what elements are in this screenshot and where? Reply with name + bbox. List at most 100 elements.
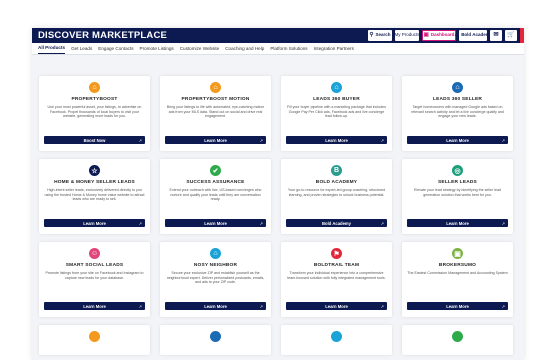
bold-academy-icon: ▲: [453, 32, 460, 39]
partial-icon-2: [210, 331, 221, 342]
product-description: The Easiest Commission Management and Ac…: [407, 271, 508, 275]
marketplace-panel: DISCOVER MARKETPLACE ⚲ Search My Product…: [32, 28, 524, 360]
product-action-button[interactable]: Learn More ↗: [44, 302, 145, 310]
product-title: NOSY NEIGHBOR: [193, 263, 238, 268]
cart-icon: 🛒: [507, 32, 515, 39]
external-link-icon: ↗: [380, 303, 384, 309]
product-action-label: Learn More: [204, 137, 227, 143]
tab-get-leads[interactable]: Get Leads: [71, 46, 92, 54]
external-link-icon: ↗: [138, 220, 142, 226]
product-action-button[interactable]: Learn More ↗: [407, 219, 508, 227]
product-action-label: Learn More: [446, 303, 469, 309]
product-card: ⌂ NOSY NEIGHBOR Secure your exclusive ZIP …: [160, 242, 271, 317]
product-card: ⌂ PROPERTYBOOST MOTION Bring your listings…: [160, 76, 271, 151]
bold-academy-button[interactable]: ▲ Bold Academy: [454, 30, 492, 41]
house-buyer-icon: ⌂: [331, 82, 342, 93]
search-button[interactable]: ⚲ Search: [368, 30, 392, 41]
product-description: Use your most powerful asset, your listi…: [47, 105, 142, 118]
house-icon: ⌂: [89, 82, 100, 93]
product-card: ▣ BROKERSUMO The Easiest Commission Manage…: [402, 242, 513, 317]
product-action-button[interactable]: Boost Now ↗: [44, 136, 145, 144]
product-title: HOME & MONEY SELLER LEADS: [54, 180, 135, 185]
product-card: ⚑ BOLDTRAIL TEAM Transform your individual…: [281, 242, 392, 317]
external-link-icon: ↗: [138, 137, 142, 143]
tab-promote-listings[interactable]: Promote Listings: [140, 46, 174, 54]
product-action-button[interactable]: Learn More ↗: [165, 136, 266, 144]
product-action-button[interactable]: Learn More ↗: [286, 302, 387, 310]
external-link-icon: ↗: [501, 137, 505, 143]
brokersumo-icon: ▣: [452, 248, 463, 259]
house-motion-icon: ⌂: [210, 82, 221, 93]
dashboard-button[interactable]: ▣ Dashboard: [422, 30, 456, 41]
tab-platform-solutions[interactable]: Platform Solutions: [270, 46, 307, 54]
dashboard-icon: ▣: [423, 32, 429, 39]
product-title: SELLER LEADS: [438, 180, 477, 185]
product-card: ☺ SMART SOCIAL LEADS Promote listings from…: [39, 242, 150, 317]
product-action-label: Bold Academy: [322, 220, 351, 226]
product-description: Transform your individual experience int…: [287, 271, 386, 280]
partial-icon-3: [331, 331, 342, 342]
product-description: Your go-to resource for expert-led group…: [287, 188, 386, 197]
product-action-label: Learn More: [83, 303, 106, 309]
product-title: BOLDTRAIL TEAM: [313, 263, 360, 268]
external-link-icon: ↗: [501, 220, 505, 226]
my-products-button[interactable]: My Products: [394, 30, 420, 41]
product-description: Fill your buyer pipeline with a marketin…: [287, 105, 386, 118]
product-action-button[interactable]: Learn More ↗: [407, 302, 508, 310]
external-link-icon: ↗: [501, 303, 505, 309]
product-card: B BOLD ACADEMY Your go-to resource for exp…: [281, 159, 392, 234]
tab-customize-website[interactable]: Customize Website: [180, 46, 220, 54]
search-label: Search: [375, 32, 391, 38]
product-action-label: Learn More: [446, 220, 469, 226]
product-action-button[interactable]: Learn More ↗: [44, 219, 145, 227]
cart-button[interactable]: 🛒: [505, 30, 517, 41]
product-action-button[interactable]: Learn More ↗: [165, 219, 266, 227]
tab-engage-contacts[interactable]: Engage Contacts: [98, 46, 133, 54]
partial-icon-4: [452, 331, 463, 342]
tab-integration-partners[interactable]: Integration Partners: [314, 46, 354, 54]
my-products-label: My Products: [394, 32, 420, 38]
product-action-label: Boost Now: [83, 137, 106, 143]
product-card: ◎ SELLER LEADS Elevate your lead strategy …: [402, 159, 513, 234]
product-action-button[interactable]: Bold Academy ↗: [286, 219, 387, 227]
product-card-partial: [160, 325, 271, 355]
neighbor-icon: ⌂: [210, 248, 221, 259]
product-title: LEADS 360 SELLER: [432, 97, 483, 102]
product-card: ⌂ LEADS 360 BUYER Fill your buyer pipeline…: [281, 76, 392, 151]
product-title: PROPERTYBOOST MOTION: [181, 97, 250, 102]
product-action-button[interactable]: Learn More ↗: [165, 302, 266, 310]
product-grid: ⌂ PROPERTYBOOST Use your most powerful ass…: [39, 76, 519, 355]
product-title: LEADS 360 BUYER: [313, 97, 360, 102]
page-title: DISCOVER MARKETPLACE: [38, 30, 168, 41]
product-action-label: Learn More: [204, 303, 227, 309]
house-seller-icon: ⌂: [452, 82, 463, 93]
product-card-partial: [39, 325, 150, 355]
tab-coaching-and-help[interactable]: Coaching and Help: [225, 46, 264, 54]
external-link-icon: ↗: [259, 220, 263, 226]
product-action-label: Learn More: [204, 220, 227, 226]
product-card: ✔ SUCCESS ASSURANCE Extend your outreach w…: [160, 159, 271, 234]
product-card-partial: [402, 325, 513, 355]
product-description: High-intent seller leads, exclusively de…: [44, 188, 145, 201]
dashboard-label: Dashboard: [430, 32, 455, 38]
mail-button[interactable]: ✉: [490, 30, 502, 41]
external-link-icon: ↗: [138, 303, 142, 309]
external-link-icon: ↗: [380, 220, 384, 226]
mail-icon: ✉: [493, 32, 499, 39]
tab-bar: All Products Get Leads Engage Contacts Prom…: [32, 43, 524, 55]
external-link-icon: ↗: [259, 303, 263, 309]
tab-all-products[interactable]: All Products: [38, 45, 66, 54]
social-icon: ☺: [89, 248, 100, 259]
product-description: Bring your listings to life with automat…: [166, 105, 265, 118]
product-title: SUCCESS ASSURANCE: [186, 180, 245, 185]
team-icon: ⚑: [331, 248, 342, 259]
product-description: Elevate your lead strategy by identifyin…: [414, 188, 501, 197]
product-card-partial: [281, 325, 392, 355]
external-link-icon: ↗: [380, 137, 384, 143]
bold-academy-logo: B: [331, 165, 342, 176]
product-action-button[interactable]: Learn More ↗: [286, 136, 387, 144]
product-card: ⌂ PROPERTYBOOST Use your most powerful ass…: [39, 76, 150, 151]
product-action-button[interactable]: Learn More ↗: [407, 136, 508, 144]
product-action-label: Learn More: [325, 137, 348, 143]
product-card: ☆ HOME & MONEY SELLER LEADS High-intent se…: [39, 159, 150, 234]
